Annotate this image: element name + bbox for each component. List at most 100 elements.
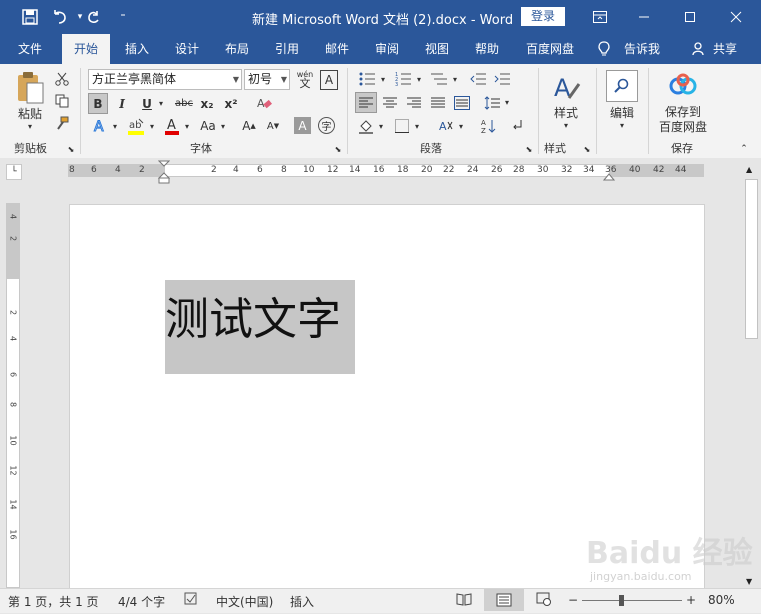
tab-layout[interactable]: 布局: [216, 34, 258, 64]
scroll-down-icon[interactable]: ▼: [746, 577, 752, 586]
bold-button[interactable]: B: [88, 93, 108, 114]
line-spacing-icon[interactable]: [482, 92, 502, 113]
redo-icon[interactable]: [84, 7, 104, 27]
web-layout-icon[interactable]: [536, 592, 552, 609]
font-size-combo[interactable]: 初号 ▼: [244, 69, 290, 90]
tab-file[interactable]: 文件: [8, 34, 52, 64]
align-left-icon[interactable]: [355, 92, 377, 113]
tab-baidu-netdisk[interactable]: 百度网盘: [518, 34, 582, 64]
bullets-icon[interactable]: [356, 69, 378, 89]
save-to-baidu-line1[interactable]: 保存到: [655, 104, 711, 119]
font-name-combo[interactable]: 方正兰亭黑简体 ▼: [88, 69, 242, 90]
tab-mailings[interactable]: 邮件: [316, 34, 358, 64]
collapse-ribbon-icon[interactable]: ⌃: [738, 144, 750, 154]
tab-selector-icon[interactable]: └: [6, 164, 22, 180]
character-border-icon[interactable]: A: [320, 70, 338, 90]
editing-button[interactable]: 编辑: [604, 104, 640, 120]
grow-font-button[interactable]: A ▲: [240, 116, 258, 136]
superscript-button[interactable]: x²: [222, 93, 240, 114]
styles-launcher-icon[interactable]: ⬊: [582, 144, 592, 154]
sort-icon[interactable]: AZ: [478, 116, 498, 136]
strikethrough-button[interactable]: abc: [172, 93, 196, 114]
scroll-up-icon[interactable]: ▲: [746, 165, 752, 174]
tab-references[interactable]: 引用: [266, 34, 308, 64]
highlight-color-icon[interactable]: ab: [125, 116, 147, 136]
tab-help[interactable]: 帮助: [466, 34, 508, 64]
scroll-thumb[interactable]: [745, 179, 758, 339]
right-indent-marker-icon[interactable]: [603, 170, 615, 182]
chinese-layout-icon[interactable]: A: [436, 116, 456, 136]
line-spacing-dropdown-icon[interactable]: ▾: [502, 92, 512, 113]
cut-icon[interactable]: [53, 70, 71, 88]
shrink-font-button[interactable]: A ▼: [264, 116, 282, 136]
italic-button[interactable]: I: [113, 93, 131, 114]
chinese-layout-dropdown-icon[interactable]: ▾: [456, 116, 466, 136]
vertical-scrollbar[interactable]: ▲ ▼: [743, 163, 760, 588]
zoom-slider[interactable]: [582, 600, 682, 601]
justify-icon[interactable]: [428, 92, 448, 113]
word-count[interactable]: 4/4 个字: [118, 593, 165, 610]
pinyin-guide-button[interactable]: wén 文: [296, 68, 314, 90]
highlight-dropdown-icon[interactable]: ▾: [147, 116, 157, 136]
text-effects-dropdown-icon[interactable]: ▾: [110, 116, 120, 136]
numbering-icon[interactable]: 123: [392, 69, 414, 89]
login-button[interactable]: 登录: [521, 7, 565, 26]
find-search-icon[interactable]: [606, 70, 638, 102]
save-to-baidu-line2[interactable]: 百度网盘: [655, 119, 711, 134]
minimize-icon[interactable]: [633, 7, 655, 27]
language[interactable]: 中文(中国): [216, 593, 273, 610]
zoom-in-button[interactable]: +: [686, 593, 696, 607]
zoom-level[interactable]: 80%: [708, 593, 735, 607]
selected-document-text[interactable]: 测试文字: [165, 280, 355, 374]
copy-icon[interactable]: [53, 92, 71, 110]
align-center-icon[interactable]: [380, 92, 400, 113]
page-count[interactable]: 第 1 页，共 1 页: [8, 593, 99, 610]
shading-dropdown-icon[interactable]: ▾: [376, 116, 386, 136]
font-color-icon[interactable]: A: [162, 116, 182, 136]
editing-dropdown-icon[interactable]: ▾: [616, 120, 628, 130]
text-effects-icon[interactable]: A: [90, 116, 110, 136]
paste-button[interactable]: 粘贴: [12, 106, 48, 121]
font-color-dropdown-icon[interactable]: ▾: [182, 116, 192, 136]
borders-dropdown-icon[interactable]: ▾: [412, 116, 422, 136]
clear-formatting-icon[interactable]: A: [254, 93, 274, 114]
paragraph-launcher-icon[interactable]: ⬊: [524, 144, 534, 154]
zoom-slider-thumb[interactable]: [619, 595, 624, 606]
enclose-characters-icon[interactable]: 字: [318, 117, 335, 134]
multilevel-dropdown-icon[interactable]: ▾: [450, 69, 460, 89]
character-shading-icon[interactable]: A: [294, 117, 311, 134]
baidu-netdisk-icon[interactable]: [668, 72, 698, 98]
show-marks-icon[interactable]: [508, 116, 528, 136]
customize-quick-access-icon[interactable]: ⁼: [113, 7, 133, 27]
bullets-dropdown-icon[interactable]: ▾: [378, 69, 388, 89]
close-icon[interactable]: [725, 7, 747, 27]
borders-icon[interactable]: [392, 116, 412, 136]
increase-indent-icon[interactable]: [492, 69, 512, 89]
save-icon[interactable]: [20, 7, 40, 27]
numbering-dropdown-icon[interactable]: ▾: [414, 69, 424, 89]
paste-icon[interactable]: [12, 70, 48, 106]
subscript-button[interactable]: x₂: [198, 93, 216, 114]
styles-icon[interactable]: A: [548, 70, 584, 104]
decrease-indent-icon[interactable]: [468, 69, 488, 89]
share-button[interactable]: 共享: [708, 34, 742, 64]
tell-me-search[interactable]: 告诉我: [620, 34, 664, 64]
insert-mode[interactable]: 插入: [290, 593, 314, 610]
print-layout-icon[interactable]: [484, 589, 524, 611]
distributed-icon[interactable]: [452, 92, 472, 113]
vertical-ruler[interactable]: 4 2 2 4 6 8 10 12 14 16: [6, 203, 20, 588]
tab-review[interactable]: 审阅: [366, 34, 408, 64]
underline-dropdown-icon[interactable]: ▾: [156, 93, 166, 114]
undo-icon[interactable]: [50, 7, 70, 27]
shading-icon[interactable]: [356, 116, 376, 136]
change-case-dropdown-icon[interactable]: ▾: [218, 116, 228, 136]
maximize-icon[interactable]: [679, 7, 701, 27]
indent-marker-icon[interactable]: [158, 160, 170, 184]
zoom-out-button[interactable]: −: [568, 593, 578, 607]
read-mode-icon[interactable]: [456, 592, 472, 609]
font-launcher-icon[interactable]: ⬊: [333, 144, 343, 154]
format-painter-icon[interactable]: [53, 114, 71, 132]
multilevel-list-icon[interactable]: [428, 69, 450, 89]
ribbon-display-icon[interactable]: [589, 7, 611, 27]
underline-button[interactable]: U: [138, 93, 156, 114]
